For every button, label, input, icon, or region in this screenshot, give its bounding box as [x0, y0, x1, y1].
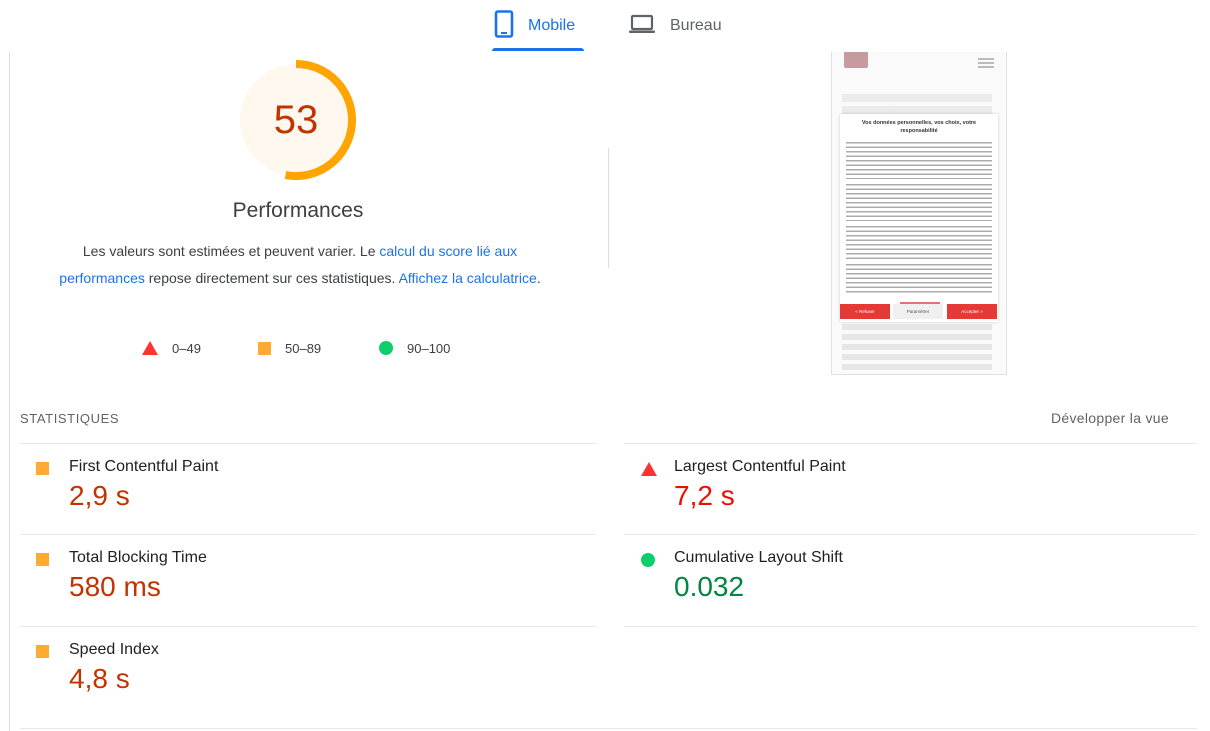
- legend-fail-range: 0–49: [172, 340, 201, 356]
- section-bottom-divider: [20, 728, 1197, 729]
- square-icon: [36, 462, 49, 475]
- cookie-refuse-button: « Refuser: [840, 304, 890, 319]
- description-text-3: .: [536, 269, 541, 286]
- square-icon: [36, 645, 49, 658]
- row-divider: [624, 534, 1197, 535]
- legend-pass: 90–100: [379, 339, 450, 357]
- cookie-accept-button: Accepter »: [947, 304, 997, 319]
- legend-fail: 0–49: [142, 339, 201, 357]
- expand-view-toggle[interactable]: Développer la vue: [1051, 410, 1169, 426]
- metric-name: Cumulative Layout Shift: [674, 549, 843, 566]
- legend-average-range: 50–89: [285, 340, 322, 356]
- description-text-1: Les valeurs sont estimées et peuvent var…: [82, 243, 380, 259]
- form-factor-tabs: Mobile Bureau: [0, 0, 1210, 52]
- laptop-icon: [628, 13, 656, 40]
- page-body-blur: [842, 324, 992, 370]
- smartphone-icon: [494, 9, 514, 43]
- row-divider: [20, 626, 596, 627]
- metric-value: 4,8 s: [69, 663, 130, 694]
- center-divider: [608, 148, 609, 268]
- calculator-link[interactable]: Affichez la calculatrice: [399, 270, 537, 286]
- cookie-settings-button: Paramétrer: [893, 304, 943, 319]
- performance-score-value: 53: [273, 97, 319, 142]
- metric-value: 580 ms: [69, 571, 161, 602]
- legend-average: 50–89: [258, 339, 321, 357]
- tab-mobile-label: Mobile: [528, 17, 576, 34]
- row-divider: [20, 534, 596, 535]
- square-icon: [258, 341, 271, 355]
- legend-pass-range: 90–100: [407, 340, 451, 356]
- cookie-dialog-title: Vos données personnelles, vos choix, vot…: [861, 120, 977, 134]
- triangle-icon: [142, 341, 158, 355]
- cookie-text-block: [846, 264, 992, 293]
- performance-title: Performances: [232, 199, 364, 222]
- metric-name: Largest Contentful Paint: [674, 458, 846, 475]
- page-screenshot-thumbnail: Vos données personnelles, vos choix, vot…: [831, 52, 1007, 375]
- tab-mobile[interactable]: Mobile: [494, 0, 584, 52]
- triangle-icon: [641, 462, 657, 476]
- cookie-text-block: [846, 226, 992, 259]
- score-description: Les valeurs sont estimées et peuvent var…: [55, 238, 545, 291]
- tab-desktop-label: Bureau: [670, 17, 722, 34]
- row-divider: [624, 443, 1197, 444]
- metric-value: 7,2 s: [674, 480, 735, 511]
- metric-name: First Contentful Paint: [69, 458, 219, 475]
- circle-icon: [379, 341, 393, 355]
- left-divider: [9, 52, 10, 731]
- hamburger-menu-icon: [978, 58, 994, 60]
- cookie-text-block: [846, 142, 992, 179]
- metric-name: Total Blocking Time: [69, 549, 207, 566]
- circle-icon: [641, 553, 655, 567]
- selected-tab-indicator: [492, 48, 584, 51]
- description-text-2: repose directement sur ces statistiques.: [144, 269, 399, 286]
- metric-value: 0.032: [674, 571, 745, 602]
- square-icon: [36, 553, 49, 566]
- row-divider: [20, 443, 596, 444]
- cookie-text-block: [846, 184, 992, 221]
- tab-desktop[interactable]: Bureau: [628, 0, 738, 52]
- row-divider: [624, 626, 1197, 627]
- metric-name: Speed Index: [69, 641, 159, 658]
- site-logo: [844, 52, 868, 68]
- metric-value: 2,9 s: [69, 480, 130, 511]
- cookie-consent-dialog: Vos données personnelles, vos choix, vot…: [840, 114, 998, 322]
- statistics-heading: STATISTIQUES: [20, 411, 120, 426]
